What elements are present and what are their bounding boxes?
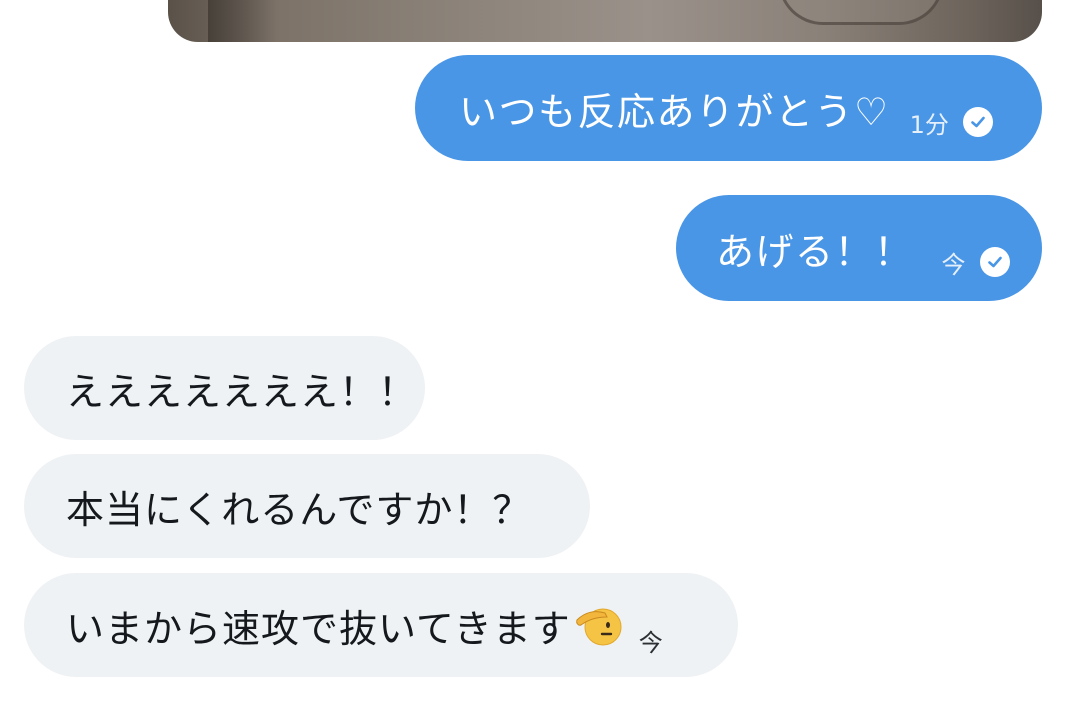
message-timestamp: 1分 (909, 110, 949, 139)
read-check-icon (979, 247, 1010, 277)
photo-detail (778, 0, 944, 25)
saluting-face-emoji-icon (575, 601, 623, 649)
message-timestamp: 今 (941, 250, 966, 279)
sent-message-bubble[interactable]: いつも反応ありがとう♡ 1分 (415, 55, 1042, 161)
message-text: 本当にくれるんですか！？ (66, 487, 532, 532)
message-timestamp: 今 (638, 628, 663, 657)
received-message-bubble[interactable]: 本当にくれるんですか！？ (24, 454, 590, 558)
message-meta: 1分 (910, 105, 993, 140)
message-meta: 今 (942, 245, 1010, 280)
message-meta: 今 (639, 623, 663, 658)
message-text: えええええええ！！ (66, 369, 418, 414)
message-text: いまから速攻で抜いてきます (66, 606, 571, 651)
read-check-icon (962, 107, 993, 137)
received-message-bubble[interactable]: いまから速攻で抜いてきます 今 (24, 573, 738, 677)
chat-thread: いつも反応ありがとう♡ 1分 あげる！！ 今 えええええええ！！ 本当にくれるん… (0, 0, 1068, 717)
photo-shadow (208, 0, 278, 42)
sent-message-bubble[interactable]: あげる！！ 今 (676, 195, 1042, 301)
message-text: あげる！！ (716, 229, 914, 274)
image-attachment[interactable] (168, 0, 1042, 42)
message-text: いつも反応ありがとう♡ (459, 89, 890, 134)
received-message-bubble[interactable]: えええええええ！！ (24, 336, 425, 440)
